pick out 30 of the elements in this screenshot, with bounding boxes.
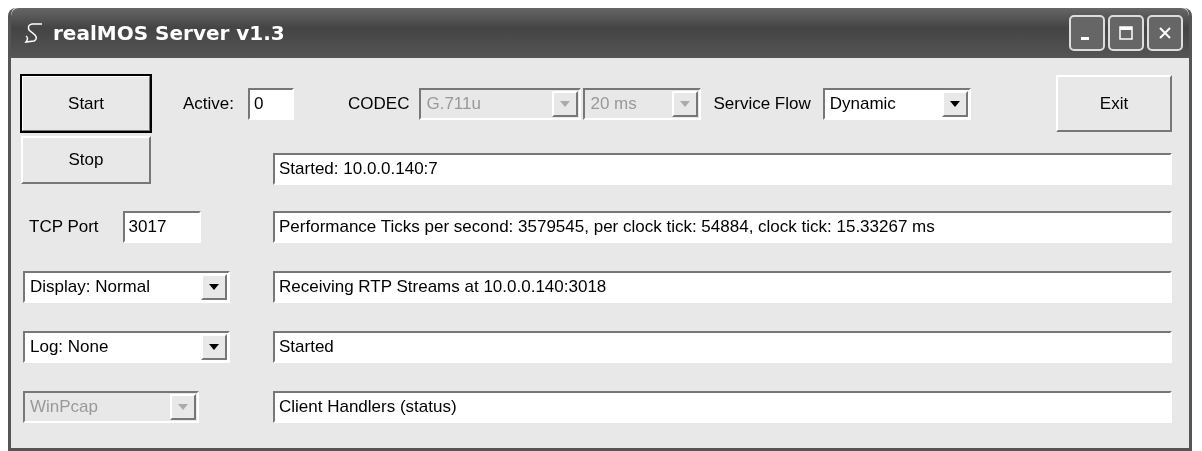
- status-field[interactable]: Started: [273, 331, 1172, 363]
- caret-icon: [560, 100, 571, 107]
- exit-button[interactable]: Exit: [1056, 75, 1172, 132]
- window-title: realMOS Server v1.3: [53, 21, 286, 45]
- tcp-port-field[interactable]: 3017: [122, 211, 201, 243]
- caret-icon: [209, 284, 219, 290]
- minimize-icon: [1080, 36, 1089, 40]
- minimize-button[interactable]: [1069, 15, 1105, 51]
- caret-icon: [178, 404, 188, 410]
- close-icon: [1157, 25, 1173, 41]
- option-dropdown[interactable]: Display: Normal: [23, 271, 230, 303]
- status-field[interactable]: Performance Ticks per second: 3579545, per clock tick: 54884, clock tick: 15.33267 ms: [273, 211, 1172, 243]
- caret-icon: [949, 100, 960, 107]
- maximize-button[interactable]: [1108, 15, 1144, 51]
- stop-button[interactable]: Stop: [21, 136, 151, 184]
- close-button[interactable]: [1147, 15, 1183, 51]
- codec-label: CODEC: [348, 93, 410, 114]
- caret-icon: [680, 100, 691, 107]
- service-flow-dropdown[interactable]: Dynamic: [822, 87, 971, 120]
- option-dropdown[interactable]: Log: None: [23, 331, 230, 363]
- active-field[interactable]: 0: [248, 87, 295, 120]
- tcp-port-label: TCP Port: [29, 217, 99, 237]
- caret-icon: [209, 344, 219, 350]
- service-flow-label: Service Flow: [713, 93, 811, 114]
- status-field[interactable]: Receiving RTP Streams at 10.0.0.140:3018: [273, 271, 1172, 303]
- start-button[interactable]: Start: [21, 75, 151, 132]
- status-field[interactable]: Client Handlers (status): [273, 391, 1172, 423]
- status-field[interactable]: Started: 10.0.0.140:7: [273, 153, 1172, 185]
- maximize-icon: [1118, 25, 1134, 41]
- active-label: Active:: [183, 93, 235, 114]
